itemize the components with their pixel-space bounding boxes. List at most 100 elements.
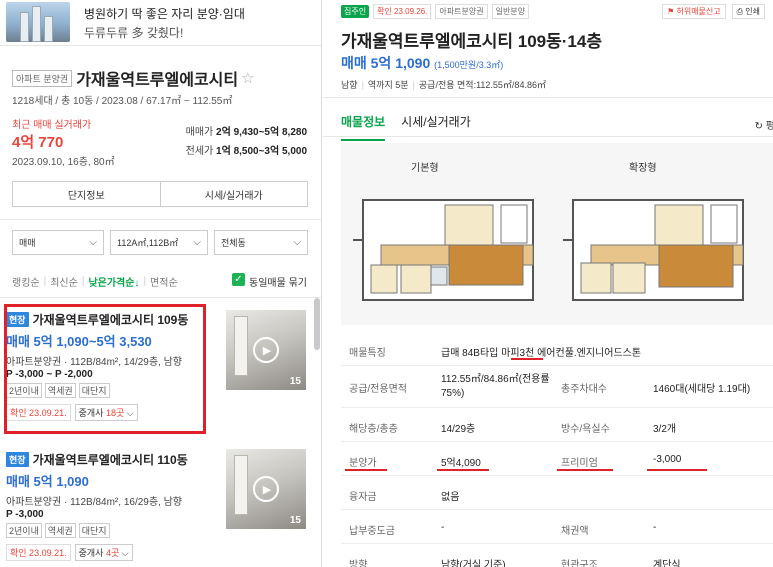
row-value: 3/2개 — [653, 424, 677, 435]
listing-detail-panel: 집주인 확인 23.09.26. 아파트분양권 일반분양 ⚑ 허위매물신고 ⎙ … — [323, 0, 773, 567]
detail-price: 매매 5억 1,090 (1,500만원/3.3㎡) — [341, 55, 504, 71]
divider — [0, 297, 321, 298]
row-label: 프리미엄 — [561, 458, 598, 469]
row-value: -3,000 — [653, 454, 682, 465]
row-value: 112.55㎡/84.86㎡(전용률75%) — [441, 374, 550, 399]
ad-banner[interactable]: 병원하기 딱 좋은 자리 분양·임대 두류두류 多 갖췄다! — [0, 0, 321, 46]
row-value: 14/29층 — [441, 424, 476, 435]
report-button[interactable]: ⚑ 허위매물신고 — [662, 4, 726, 19]
complex-title-row: 아파트 분양권 가재울역트루엘에코시티 ☆ — [12, 66, 312, 90]
row-value: - — [441, 522, 445, 533]
print-button[interactable]: ⎙ 인쇄 — [731, 4, 765, 19]
highlight-underline — [437, 469, 489, 471]
same-listing-label: 동일매물 묶기 — [249, 278, 307, 289]
row-value: 없음 — [441, 492, 460, 503]
owner-confirm-badge: 집주인 — [341, 5, 370, 18]
highlight-underline — [647, 469, 707, 471]
refresh-button[interactable]: ↻ 평 — [755, 117, 773, 132]
table-row: 방향 남향(거실 기준) 현관구조 계단식 — [341, 544, 773, 567]
recent-trade-label: 최근 매매 실거래가 — [12, 120, 92, 131]
table-row: 융자금 없음 — [341, 476, 773, 510]
divider — [0, 219, 321, 220]
table-row: 납부중도금 - 채권액 - — [341, 510, 773, 544]
jeonse-range-label: 전세가 — [185, 146, 214, 157]
type-badge: 아파트분양권 — [435, 4, 488, 19]
complex-info-button[interactable]: 단지정보 — [12, 181, 161, 207]
listing-tag: 대단지 — [78, 523, 110, 538]
sort-low-price[interactable]: 낮은가격순↓ — [88, 274, 139, 289]
complex-name: 가재울역트루엘에코시티 — [76, 72, 239, 89]
listing-title: 가재울역트루엘에코시티 110동 — [32, 453, 188, 467]
listing-tag: 역세권 — [44, 523, 76, 538]
listing-photo[interactable]: ▶ 15 — [226, 310, 306, 390]
sale-type-badge: 일반분양 — [491, 4, 530, 19]
sort-area[interactable]: 면적순 — [150, 274, 178, 289]
play-icon[interactable]: ▶ — [253, 337, 279, 363]
floor-plan-extended-image[interactable] — [563, 175, 753, 315]
highlight-underline — [557, 469, 613, 471]
same-listing-checkbox[interactable]: ✓ — [232, 273, 245, 286]
detail-spec: 남향 | 역까지 5분 | 공급/전용 면적:112.55㎡/84.86㎡ — [341, 80, 546, 90]
divider — [323, 97, 773, 98]
table-row: 분양가 5억4,090 프리미엄 -3,000 — [341, 442, 773, 476]
row-value: 1460대(세대당 1.19대) — [653, 384, 751, 395]
complex-buttons: 단지정보 시세/실거래가 — [12, 181, 308, 207]
detail-actions: ⚑ 허위매물신고 ⎙ 인쇄 — [662, 4, 765, 19]
complex-summary: 1218세대 / 총 10동 / 2023.08 / 67.17㎡ ~ 112.… — [12, 96, 233, 107]
sort-bar: 랭킹순 | 최신순 | 낮은가격순↓ | 면적순 — [12, 274, 178, 289]
table-row: 공급/전용면적 112.55㎡/84.86㎡(전용률75%) 총주차대수 146… — [341, 366, 773, 408]
ad-subline: 두류두류 多 갖췄다! — [84, 26, 184, 40]
floor-plans: 기본형 확장형 — [341, 143, 773, 325]
plan-extended-label: 확장형 — [629, 163, 657, 174]
jeonse-range-value: 1억 8,500~3억 5,000 — [216, 146, 307, 157]
table-row: 매물특징 급매 84B타입 마피3천 에어컨풀.엔지니어드스톤 — [341, 332, 773, 366]
sort-latest[interactable]: 최신순 — [50, 274, 78, 289]
divider — [323, 136, 773, 137]
row-label: 해당층/총층 — [349, 424, 398, 435]
highlight-underline — [511, 358, 543, 360]
listing-photo[interactable]: ▶ 15 — [226, 449, 306, 529]
play-icon[interactable]: ▶ — [253, 476, 279, 502]
confirm-date-badge: 확인 23.09.26. — [373, 4, 432, 19]
area-select[interactable]: 112A㎡,112B㎡ ⌵ — [110, 230, 208, 255]
row-label: 분양가 — [349, 458, 377, 469]
app-root: 병원하기 딱 좋은 자리 분양·임대 두류두류 多 갖췄다! 아파트 분양권 가재… — [0, 0, 773, 567]
row-label: 방향 — [349, 560, 368, 567]
favorite-star-icon[interactable]: ☆ — [241, 69, 254, 87]
floor-plan-basic-image[interactable] — [353, 175, 543, 315]
sort-ranking[interactable]: 랭킹순 — [12, 274, 40, 289]
row-label: 납부중도금 — [349, 526, 395, 537]
scrollbar[interactable] — [314, 298, 320, 350]
listing-confirm-date: 확인 23.09.21. — [6, 544, 71, 561]
detail-title: 가재울역트루엘에코시티 109동·14층 — [341, 32, 602, 51]
trade-type-select[interactable]: 매매 ⌵ — [12, 230, 104, 255]
row-value: 급매 84B타입 마피3천 에어컨풀.엔지니어드스톤 — [441, 348, 642, 359]
dong-select[interactable]: 전체동 ⌵ — [214, 230, 308, 255]
highlight-underline — [345, 469, 387, 471]
filter-bar: 매매 ⌵ 112A㎡,112B㎡ ⌵ 전체동 ⌵ — [12, 230, 308, 255]
trade-type-value: 매매 — [19, 238, 36, 248]
row-label: 공급/전용면적 — [349, 384, 407, 395]
row-value: 남향(거실 기준) — [441, 560, 506, 567]
row-value: 계단식 — [653, 560, 681, 567]
ad-image — [6, 2, 70, 42]
complex-type-tag: 아파트 분양권 — [12, 69, 73, 87]
sale-price-range: 매매가 2억 9,430~5억 8,280 — [186, 123, 307, 138]
sale-range-value: 2억 9,430~5억 8,280 — [216, 127, 307, 138]
plan-basic-label: 기본형 — [411, 163, 439, 174]
dong-value: 전체동 — [221, 238, 246, 248]
photo-count: 15 — [289, 515, 301, 526]
listing-badge: 현장 — [6, 452, 29, 467]
area-value: 112A㎡,112B㎡ — [117, 238, 179, 248]
row-label: 방수/욕실수 — [561, 424, 610, 435]
chevron-down-icon: ⌵ — [293, 237, 301, 248]
agent-count-button[interactable]: 중개사 4곳 ⌵ — [74, 544, 133, 561]
complex-price-button[interactable]: 시세/실거래가 — [160, 181, 308, 207]
recent-trade-price: 4억 770 — [12, 134, 64, 151]
listing-tag: 2년이내 — [6, 523, 42, 538]
recent-trade-date: 2023.09.10, 16층, 80㎡ — [12, 157, 115, 168]
chevron-down-icon: ⌵ — [193, 237, 201, 248]
row-label: 채권액 — [561, 526, 589, 537]
photo-count: 15 — [289, 376, 301, 387]
row-label: 현관구조 — [561, 560, 598, 567]
